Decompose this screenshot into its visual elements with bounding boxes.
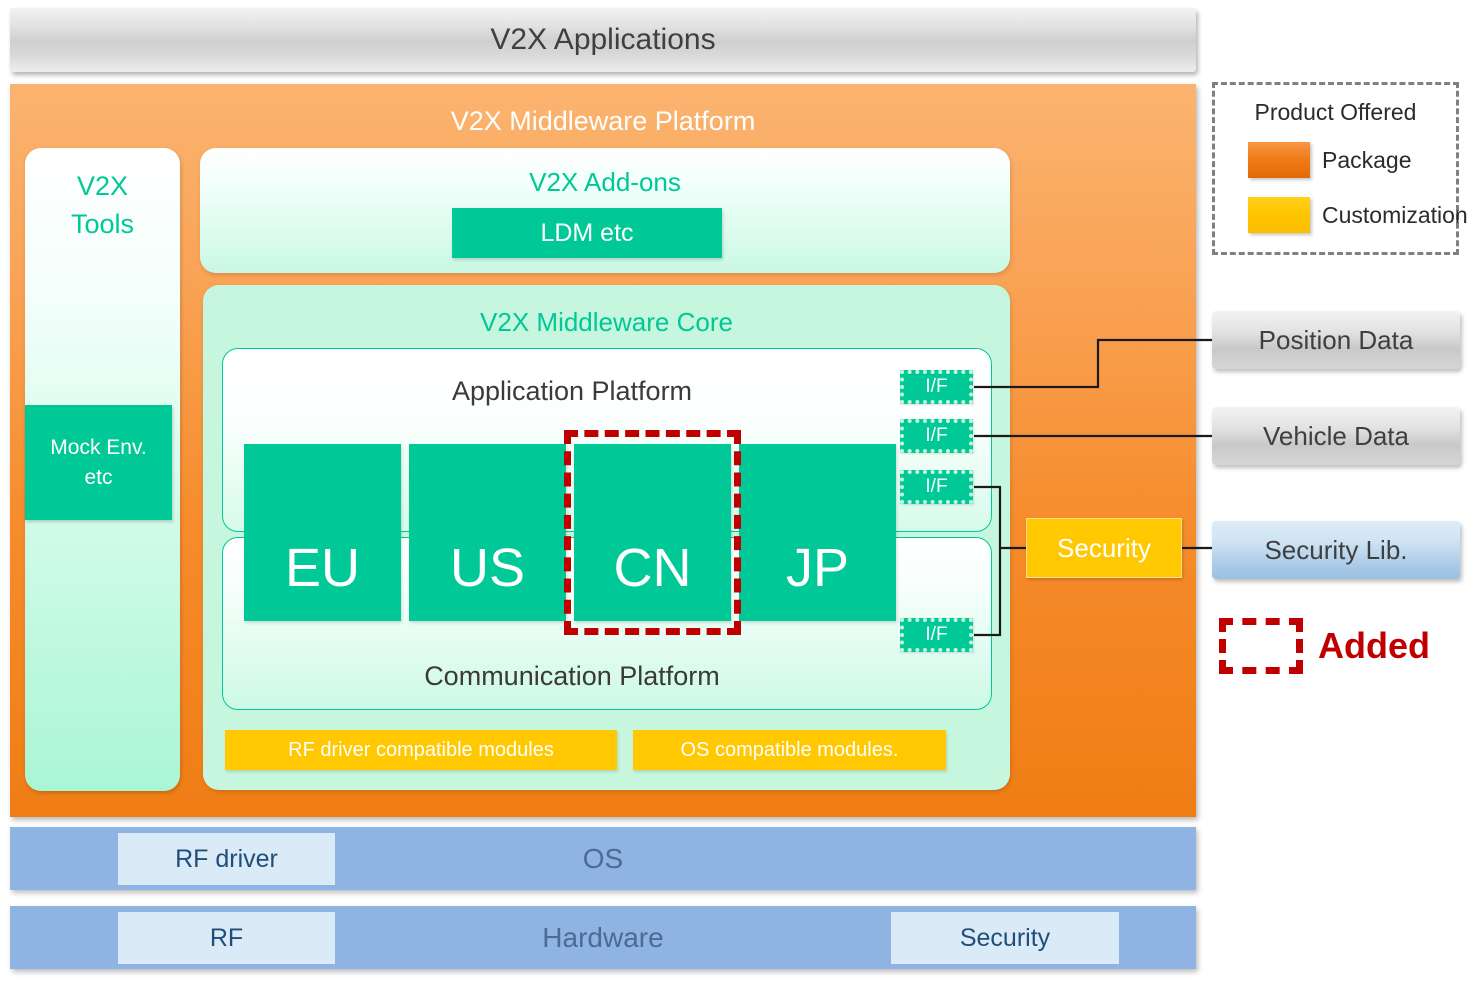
legend-label-added: Added bbox=[1318, 625, 1430, 666]
callout-security-lib: Security Lib. bbox=[1212, 521, 1460, 579]
legend-label-customization: Customization bbox=[1322, 201, 1467, 228]
communication-platform-label: Communication Platform bbox=[424, 660, 720, 691]
legend-swatch-added bbox=[1219, 618, 1303, 674]
rf-driver-compatible-modules: RF driver compatible modules bbox=[225, 730, 617, 770]
legend-swatch-package bbox=[1248, 142, 1310, 178]
interface-box-vehicle: I/F bbox=[900, 419, 973, 453]
region-block-eu: EU bbox=[244, 444, 401, 621]
v2x-tools-title-line1: V2X bbox=[76, 171, 129, 201]
os-compatible-modules: OS compatible modules. bbox=[633, 730, 946, 770]
v2x-applications-bar: V2X Applications bbox=[10, 8, 1196, 72]
ldm-block: LDM etc bbox=[452, 208, 722, 258]
callout-vehicle-data: Vehicle Data bbox=[1212, 407, 1460, 465]
security-chip: Security bbox=[891, 912, 1119, 964]
application-platform-label: Application Platform bbox=[451, 375, 693, 406]
interface-box-security-upper: I/F bbox=[900, 470, 973, 504]
legend-swatch-customization bbox=[1248, 197, 1310, 233]
security-block: Security bbox=[1026, 518, 1182, 578]
rf-driver-chip: RF driver bbox=[118, 833, 335, 885]
legend-title: Product Offered bbox=[1254, 98, 1417, 125]
v2x-tools-title-line2: Tools bbox=[70, 209, 135, 239]
rf-chip: RF bbox=[118, 912, 335, 964]
v2x-addons-title: V2X Add-ons bbox=[529, 166, 681, 197]
mock-env-label-line2: etc bbox=[84, 465, 113, 489]
v2x-middleware-core-title: V2X Middleware Core bbox=[480, 306, 733, 337]
v2x-middleware-platform-title: V2X Middleware Platform bbox=[450, 105, 756, 136]
v2x-applications-label: V2X Applications bbox=[490, 23, 716, 56]
region-block-us: US bbox=[409, 444, 566, 621]
mock-env-label-line1: Mock Env. bbox=[50, 435, 147, 459]
added-highlight-cn bbox=[564, 430, 741, 635]
legend-label-package: Package bbox=[1322, 146, 1412, 173]
region-block-jp: JP bbox=[739, 444, 896, 621]
interface-box-position: I/F bbox=[900, 370, 973, 404]
mock-env-block: Mock Env. etc bbox=[25, 405, 172, 520]
interface-box-security-lower: I/F bbox=[900, 618, 973, 652]
callout-position-data: Position Data bbox=[1212, 311, 1460, 369]
v2x-tools-title: V2X Tools bbox=[25, 165, 180, 245]
